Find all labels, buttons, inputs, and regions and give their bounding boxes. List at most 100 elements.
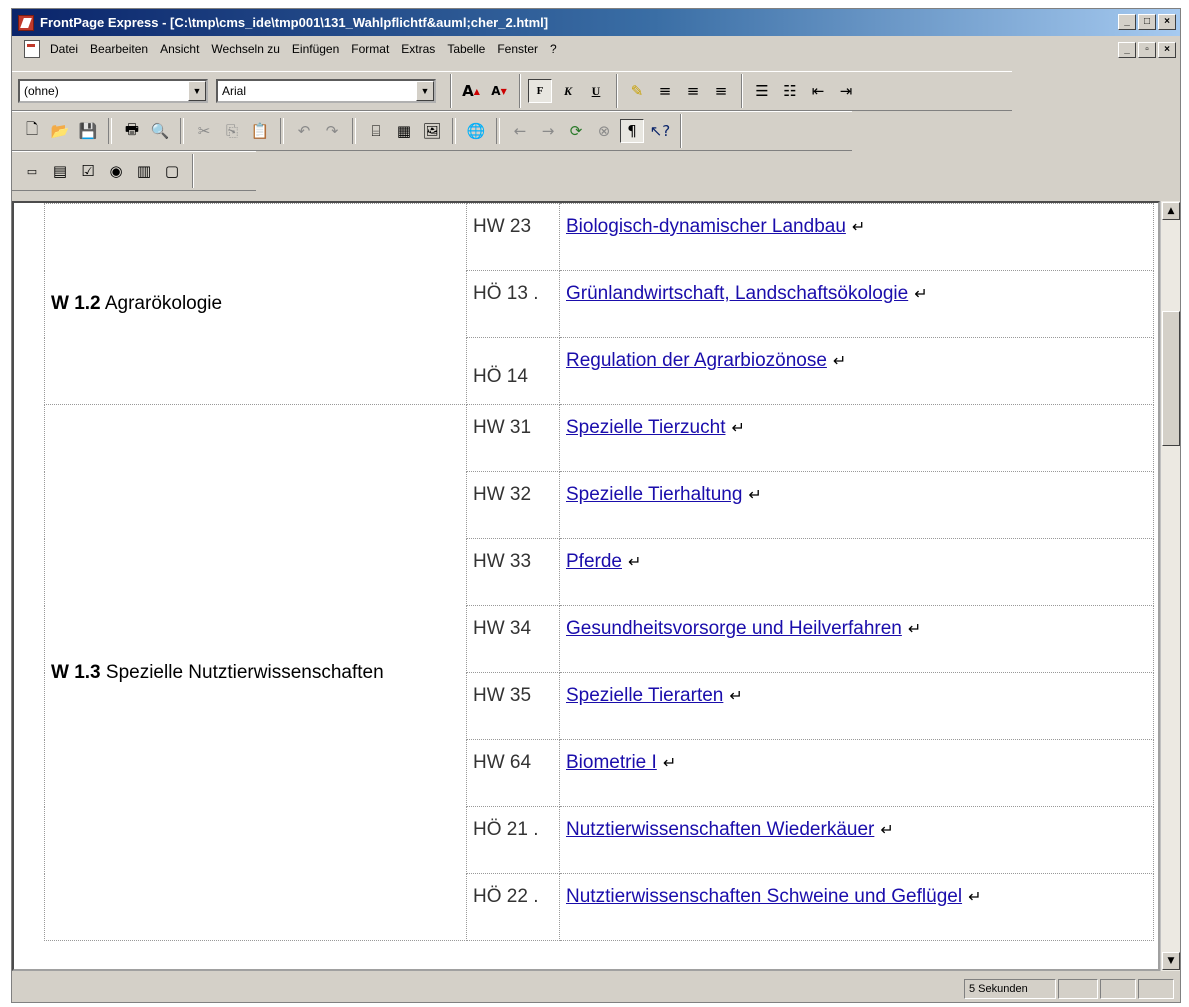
form-dropdown-icon[interactable]: ▥ [132, 159, 156, 183]
title-bar[interactable]: FrontPage Express - [C:\tmp\cms_ide\tmp0… [12, 9, 1180, 36]
menu-fenster[interactable]: Fenster [491, 40, 544, 58]
course-link[interactable]: Biologisch-dynamischer Landbau [566, 216, 846, 237]
help-pointer-icon[interactable]: ↖? [648, 119, 672, 143]
insert-image-icon[interactable]: 🖼 [420, 119, 444, 143]
insert-table-icon[interactable]: ▦ [392, 119, 416, 143]
stop-icon[interactable]: ⊗ [592, 119, 616, 143]
menu-format[interactable]: Format [345, 40, 395, 58]
font-select[interactable]: Arial ▼ [216, 79, 436, 103]
form-textbox-icon[interactable]: ▭ [20, 159, 44, 183]
close-button[interactable]: × [1158, 14, 1176, 30]
bold-icon[interactable]: F [528, 79, 552, 103]
course-link[interactable]: Grünlandwirtschaft, Landschaftsökologie [566, 283, 908, 304]
save-icon[interactable]: 💾 [76, 119, 100, 143]
document-icon[interactable] [24, 40, 40, 58]
course-code[interactable]: HW 31 [466, 404, 560, 472]
vertical-scrollbar[interactable]: ▲ ▼ [1160, 201, 1180, 971]
category-cell[interactable]: W 1.2 Agrarökologie [44, 203, 467, 405]
document-editor[interactable]: W 1.2 Agrarökologie HW 23 Biologisch-dyn… [12, 201, 1160, 971]
decrease-indent-icon[interactable]: ⇤ [806, 79, 830, 103]
course-link[interactable]: Spezielle Tierzucht [566, 417, 725, 438]
refresh-icon[interactable]: ⟳ [564, 119, 588, 143]
font-select-value: Arial [222, 84, 247, 98]
increase-indent-icon[interactable]: ⇥ [834, 79, 858, 103]
content-table: W 1.2 Agrarökologie HW 23 Biologisch-dyn… [44, 203, 1154, 941]
maximize-button[interactable]: □ [1138, 14, 1156, 30]
chevron-down-icon[interactable]: ▼ [416, 81, 434, 101]
category-cell[interactable]: W 1.3 Spezielle Nutztierwissenschaften [44, 404, 467, 941]
form-radio-icon[interactable]: ◉ [104, 159, 128, 183]
new-file-icon[interactable]: 🗋 [20, 119, 44, 143]
menu-bearbeiten[interactable]: Bearbeiten [84, 40, 154, 58]
course-link[interactable]: Nutztierwissenschaften Wiederkäuer [566, 819, 874, 840]
course-link[interactable]: Regulation der Agrarbiozönose [566, 350, 827, 371]
course-code[interactable]: HW 32 [466, 471, 560, 539]
course-link[interactable]: Gesundheitsvorsorge und Heilverfahren [566, 618, 902, 639]
show-paragraph-marks-icon[interactable]: ¶ [620, 119, 644, 143]
paste-icon[interactable]: 📋 [248, 119, 272, 143]
redo-icon[interactable]: ↷ [320, 119, 344, 143]
course-code[interactable]: HW 34 [466, 605, 560, 673]
course-code[interactable]: HW 23 [466, 203, 560, 271]
status-panel [1100, 978, 1136, 999]
course-link[interactable]: Spezielle Tierarten [566, 685, 723, 706]
forward-arrow-icon[interactable]: → [536, 119, 560, 143]
numbered-list-icon[interactable]: ☰ [750, 79, 774, 103]
scroll-down-arrow-icon[interactable]: ▼ [1162, 952, 1180, 970]
bulleted-list-icon[interactable]: ☷ [778, 79, 802, 103]
course-code[interactable]: HW 33 [466, 538, 560, 606]
open-folder-icon[interactable]: 📂 [48, 119, 72, 143]
scroll-up-arrow-icon[interactable]: ▲ [1162, 202, 1180, 220]
menu-datei[interactable]: Datei [44, 40, 84, 58]
increase-font-icon[interactable]: A ▲ [459, 79, 483, 103]
course-code[interactable]: HW 35 [466, 672, 560, 740]
course-code[interactable]: HÖ 13 . [466, 270, 560, 338]
scrollbar-thumb[interactable] [1162, 311, 1180, 446]
align-right-icon[interactable]: ≡ [709, 79, 733, 103]
form-button-icon[interactable]: ▢ [160, 159, 184, 183]
back-arrow-icon[interactable]: ← [508, 119, 532, 143]
minimize-button[interactable]: _ [1118, 14, 1136, 30]
undo-icon[interactable]: ↶ [292, 119, 316, 143]
copy-icon[interactable]: ⎘ [220, 119, 244, 143]
course-code[interactable]: HÖ 22 . [466, 873, 560, 941]
decrease-font-icon[interactable]: A ▼ [487, 79, 511, 103]
line-break-mark-icon: ↵ [729, 688, 743, 705]
course-code[interactable]: HÖ 21 . [466, 806, 560, 874]
line-break-mark-icon: ↵ [748, 487, 762, 504]
menu-extras[interactable]: Extras [395, 40, 441, 58]
course-link[interactable]: Biometrie I [566, 752, 657, 773]
category-title: Agrarökologie [100, 293, 223, 314]
italic-icon[interactable]: K [556, 79, 580, 103]
menu-help[interactable]: ? [544, 40, 563, 58]
status-panel [1138, 978, 1174, 999]
align-center-icon[interactable]: ≡ [681, 79, 705, 103]
print-preview-icon[interactable]: 🔍 [148, 119, 172, 143]
style-select[interactable]: (ohne) ▼ [18, 79, 208, 103]
course-link[interactable]: Pferde [566, 551, 622, 572]
cut-icon[interactable]: ✂ [192, 119, 216, 143]
frontpage-app-icon[interactable] [18, 14, 34, 31]
insert-webbot-icon[interactable]: ⌸ [364, 119, 388, 143]
chevron-down-icon[interactable]: ▼ [188, 81, 206, 101]
print-icon[interactable]: 🖶 [120, 119, 144, 143]
text-color-icon[interactable]: ✎ [625, 79, 649, 103]
status-panel [1058, 978, 1098, 999]
underline-icon[interactable]: U [584, 79, 608, 103]
hyperlink-icon[interactable]: 🌐 [464, 119, 488, 143]
form-checkbox-icon[interactable]: ☑ [76, 159, 100, 183]
form-textarea-icon[interactable]: ▤ [48, 159, 72, 183]
menu-ansicht[interactable]: Ansicht [154, 40, 205, 58]
doc-close-button[interactable]: × [1158, 42, 1176, 58]
doc-minimize-button[interactable]: _ [1118, 42, 1136, 58]
category-code: W 1.2 [51, 293, 101, 314]
align-left-icon[interactable]: ≡ [653, 79, 677, 103]
doc-restore-button[interactable]: ▫ [1138, 42, 1156, 58]
course-code[interactable]: HÖ 14 [466, 337, 560, 405]
menu-tabelle[interactable]: Tabelle [441, 40, 491, 58]
menu-einfuegen[interactable]: Einfügen [286, 40, 345, 58]
menu-wechseln-zu[interactable]: Wechseln zu [205, 40, 285, 58]
course-link[interactable]: Spezielle Tierhaltung [566, 484, 742, 505]
course-link[interactable]: Nutztierwissenschaften Schweine und Gefl… [566, 886, 962, 907]
course-code[interactable]: HW 64 [466, 739, 560, 807]
